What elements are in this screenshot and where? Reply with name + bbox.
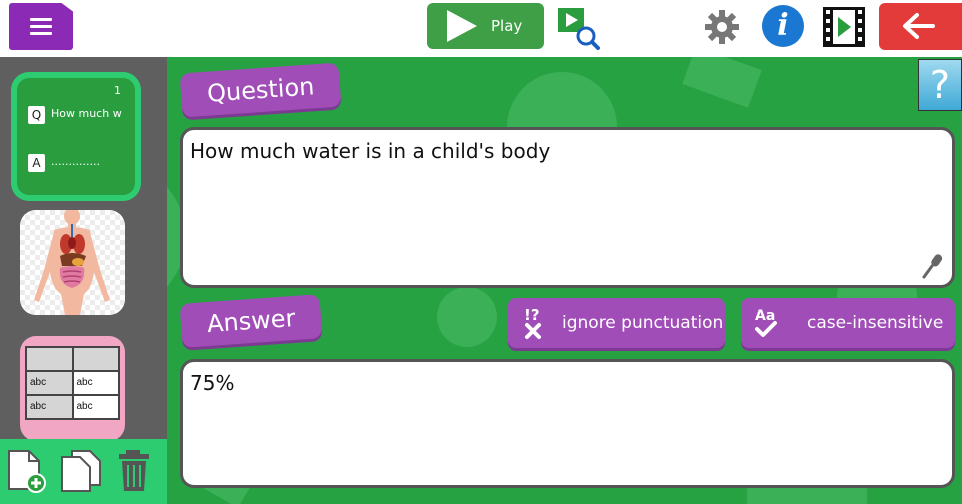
slide-thumbnail-2[interactable]	[20, 210, 125, 315]
table-cell	[73, 348, 118, 370]
table-cell: abc	[27, 372, 72, 394]
ignore-punctuation-icon: !?	[524, 306, 541, 339]
play-button[interactable]: Play	[427, 3, 544, 49]
back-button[interactable]	[879, 3, 962, 50]
question-text: How much water is in a child's body	[190, 139, 551, 163]
table-preview: abc abc abc abc	[25, 346, 120, 420]
case-insensitive-icon: Aa	[755, 308, 777, 337]
help-icon: ?	[929, 63, 951, 107]
help-button[interactable]: ?	[918, 59, 962, 111]
table-cell: abc	[27, 396, 72, 418]
case-insensitive-label: case-insensitive	[807, 313, 944, 333]
case-insensitive-button[interactable]: Aa case-insensitive	[741, 298, 955, 348]
trash-icon[interactable]	[116, 449, 158, 493]
table-cell: abc	[73, 396, 118, 418]
slide-number: 1	[114, 84, 121, 97]
menu-icon	[30, 18, 52, 21]
film-play-icon[interactable]	[822, 6, 866, 48]
back-arrow-icon	[903, 13, 935, 39]
q-marker: Q	[28, 106, 45, 124]
ignore-punctuation-button[interactable]: !? ignore punctuation	[508, 298, 725, 348]
svg-text:!?: !?	[524, 306, 540, 324]
slide-thumbnail-3[interactable]: abc abc abc abc	[20, 336, 125, 441]
human-anatomy-image	[20, 210, 125, 315]
question-input[interactable]: How much water is in a child's body	[180, 127, 955, 288]
svg-text:Aa: Aa	[755, 308, 775, 324]
answer-input[interactable]: 75%	[180, 359, 955, 488]
slide-answer-preview: ..............	[51, 155, 100, 168]
slide-sidebar: 1 Q How much w A .............. abc abc …	[0, 57, 167, 504]
a-marker: A	[28, 154, 45, 172]
microphone-icon[interactable]	[922, 253, 944, 279]
play-icon	[447, 10, 477, 42]
editor-area: Question ? How much water is in a child'…	[167, 57, 962, 504]
slide-thumbnail-1[interactable]: 1 Q How much w A ..............	[11, 72, 141, 201]
preview-search-icon[interactable]	[556, 6, 600, 50]
answer-text: 75%	[190, 371, 235, 395]
add-slide-icon[interactable]	[5, 449, 47, 493]
play-label: Play	[491, 17, 523, 35]
ignore-punctuation-label: ignore punctuation	[562, 313, 724, 333]
sidebar-actions	[0, 439, 167, 504]
table-cell	[27, 348, 72, 370]
gear-icon[interactable]	[704, 9, 740, 45]
table-cell: abc	[73, 372, 118, 394]
top-toolbar: Play i	[0, 0, 962, 57]
duplicate-slide-icon[interactable]	[60, 449, 102, 493]
info-icon[interactable]: i	[762, 5, 804, 47]
menu-button[interactable]	[9, 3, 73, 50]
slide-question-preview: How much w	[51, 107, 122, 120]
